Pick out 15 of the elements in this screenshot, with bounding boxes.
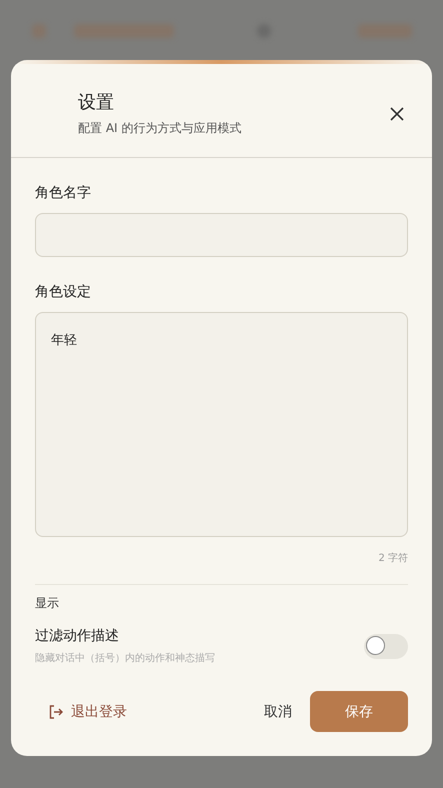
field-label: 角色设定	[35, 283, 92, 301]
toggle-switch[interactable]	[364, 634, 408, 658]
dialog-title: 设置	[78, 91, 115, 114]
text-area[interactable]: 年轻	[35, 312, 408, 537]
logout-icon	[49, 704, 63, 718]
dialog-subtitle: 配置 AI 的行为方式与应用模式	[78, 120, 242, 137]
toggle-description: 隐藏对话中（括号）内的动作和神态描写	[35, 652, 215, 665]
logout-button[interactable]: 退出登录	[49, 698, 127, 724]
cancel-button[interactable]: 取消	[258, 694, 298, 728]
toggle-label: 过滤动作描述	[35, 627, 120, 645]
character-count: 2 字符	[377, 552, 408, 565]
save-button[interactable]: 保存	[310, 691, 408, 732]
field-label: 角色名字	[35, 184, 92, 202]
section-heading: 显示	[35, 595, 60, 612]
input-field[interactable]	[35, 213, 408, 257]
